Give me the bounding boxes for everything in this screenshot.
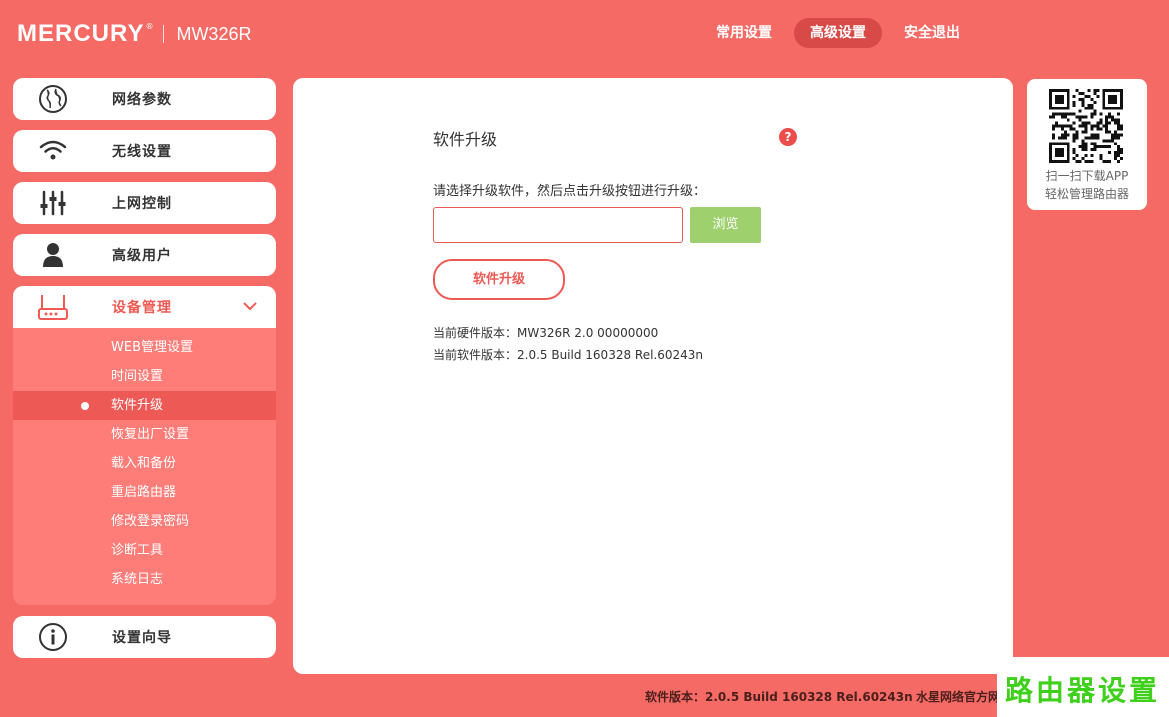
software-version: 当前软件版本：2.0.5 Build 160328 Rel.60243n bbox=[433, 348, 704, 362]
submenu-reboot[interactable]: 重启路由器 bbox=[13, 478, 276, 507]
logo-divider bbox=[163, 25, 165, 43]
submenu-label: 时间设置 bbox=[111, 369, 164, 384]
model-name: MW326R bbox=[176, 23, 252, 44]
sidebar-item-label: 高级用户 bbox=[112, 248, 172, 264]
top-navigation: 常用设置 高级设置 安全退出 bbox=[700, 18, 982, 48]
globe-icon bbox=[33, 79, 73, 119]
submenu-label: 软件升级 bbox=[111, 398, 164, 413]
submenu-label: 恢复出厂设置 bbox=[111, 427, 190, 442]
nav-common-settings[interactable]: 常用设置 bbox=[700, 18, 788, 48]
sidebar-item-access-control[interactable]: 上网控制 bbox=[13, 182, 276, 224]
submenu-change-password[interactable]: 修改登录密码 bbox=[13, 507, 276, 536]
mercury-logo: MERCURY ® MW326R bbox=[17, 22, 251, 46]
page-title: 软件升级 bbox=[433, 130, 498, 149]
submenu-time-settings[interactable]: 时间设置 bbox=[13, 362, 276, 391]
sidebar-item-device-management[interactable]: 设备管理 bbox=[13, 286, 276, 328]
qr-code bbox=[1049, 89, 1123, 163]
upgrade-file-input[interactable] bbox=[433, 207, 683, 243]
submenu-software-upgrade[interactable]: 软件升级 bbox=[13, 391, 276, 420]
submenu-label: 载入和备份 bbox=[111, 456, 177, 471]
sidebar-item-label: 上网控制 bbox=[112, 196, 172, 212]
sidebar-item-setup-wizard[interactable]: 设置向导 bbox=[13, 616, 276, 658]
chevron-down-icon bbox=[242, 298, 258, 318]
submenu-backup[interactable]: 载入和备份 bbox=[13, 449, 276, 478]
submenu-label: 修改登录密码 bbox=[111, 514, 190, 529]
submenu-web-settings[interactable]: WEB管理设置 bbox=[13, 333, 276, 362]
main-panel: 软件升级 ? 请选择升级软件，然后点击升级按钮进行升级： 浏览 软件升级 当前硬… bbox=[293, 78, 1013, 674]
user-icon bbox=[33, 235, 73, 275]
sidebar-item-label: 无线设置 bbox=[112, 144, 172, 160]
submenu-label: 诊断工具 bbox=[111, 543, 164, 558]
info-icon bbox=[33, 617, 73, 657]
sidebar-item-label: 设备管理 bbox=[112, 300, 172, 316]
sidebar-item-advanced-users[interactable]: 高级用户 bbox=[13, 234, 276, 276]
app-qr-card: 扫一扫下载APP 轻松管理路由器 bbox=[1027, 79, 1147, 210]
brand-name: MERCURY bbox=[17, 20, 145, 47]
submenu-label: WEB管理设置 bbox=[111, 340, 193, 355]
footer-official-site[interactable]: 水星网络官方网 bbox=[916, 688, 1000, 705]
nav-advanced-settings[interactable]: 高级设置 bbox=[794, 18, 882, 48]
sidebar-item-label: 网络参数 bbox=[112, 92, 172, 108]
software-upgrade-button[interactable]: 软件升级 bbox=[433, 259, 565, 300]
active-indicator bbox=[81, 402, 89, 410]
submenu-label: 重启路由器 bbox=[111, 485, 177, 500]
watermark: 路由器设置 bbox=[997, 657, 1169, 717]
upgrade-instruction: 请选择升级软件，然后点击升级按钮进行升级： bbox=[433, 184, 707, 199]
sliders-icon bbox=[33, 183, 73, 223]
footer-software-version: 软件版本：2.0.5 Build 160328 Rel.60243n bbox=[645, 690, 913, 704]
device-management-submenu: WEB管理设置 时间设置 软件升级 恢复出厂设置 载入和备份 重启路由器 修改登… bbox=[13, 328, 276, 605]
sidebar-item-wireless[interactable]: 无线设置 bbox=[13, 130, 276, 172]
sidebar-item-label: 设置向导 bbox=[112, 630, 172, 646]
help-icon[interactable]: ? bbox=[779, 128, 797, 146]
hardware-version: 当前硬件版本：MW326R 2.0 00000000 bbox=[433, 326, 659, 340]
registered-mark: ® bbox=[145, 21, 154, 31]
watermark-text: 路由器设置 bbox=[1005, 674, 1161, 707]
router-icon bbox=[33, 287, 73, 327]
qr-caption-line1: 扫一扫下载APP bbox=[1045, 169, 1129, 183]
nav-logout[interactable]: 安全退出 bbox=[888, 18, 976, 48]
submenu-system-log[interactable]: 系统日志 bbox=[13, 565, 276, 594]
browse-button[interactable]: 浏览 bbox=[690, 207, 761, 243]
qr-caption-line2: 轻松管理路由器 bbox=[1044, 187, 1129, 201]
submenu-factory-reset[interactable]: 恢复出厂设置 bbox=[13, 420, 276, 449]
submenu-label: 系统日志 bbox=[111, 572, 164, 587]
sidebar-item-network[interactable]: 网络参数 bbox=[13, 78, 276, 120]
wifi-icon bbox=[33, 131, 73, 171]
submenu-diagnostics[interactable]: 诊断工具 bbox=[13, 536, 276, 565]
